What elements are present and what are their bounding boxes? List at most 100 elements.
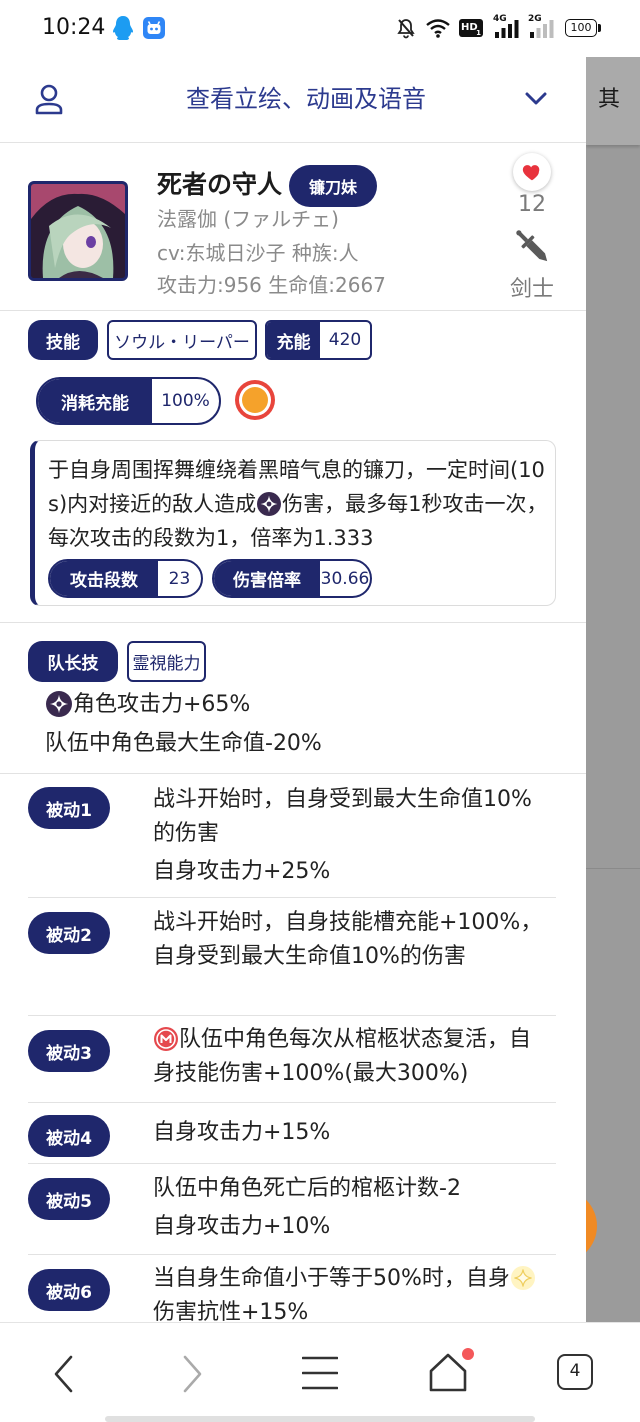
passive-effect: 自身攻击力+25%	[153, 859, 331, 884]
nickname-badge: 镰刀妹	[289, 165, 377, 207]
skill-charge-value: 420	[328, 330, 362, 350]
passive-effect: 自身攻击力+10%	[153, 1214, 331, 1239]
damage-multiplier-label: 伤害倍率	[214, 561, 320, 596]
passive-label: 被动1	[28, 787, 110, 829]
sim2-signal-icon	[530, 20, 554, 38]
hit-count: 攻击段数 23	[48, 559, 203, 598]
passive-label: 被动5	[28, 1178, 110, 1220]
passive-effect-text: 队伍中角色每次从棺柩状态复活，自身技能伤害+100%(最大300%)	[153, 1027, 532, 1086]
dark-element-icon	[257, 492, 282, 516]
skill-consume-charge: 消耗充能 100%	[36, 377, 221, 425]
passive-text: 当自身生命值小于等于50%时，自身 伤害抗性+15%	[153, 1262, 543, 1322]
section-divider	[0, 622, 586, 623]
damage-multiplier: 伤害倍率 30.66	[212, 559, 372, 598]
status-time: 10:24	[42, 15, 106, 40]
leader-effect: 角色攻击力+65%	[45, 687, 250, 723]
character-name: 死者の守人	[157, 170, 283, 199]
media-section-toggle[interactable]: 查看立绘、动画及语音	[100, 83, 512, 115]
character-portrait	[31, 184, 125, 278]
wifi-icon	[426, 19, 450, 38]
leader-effect: 队伍中角色最大生命值-20%	[45, 726, 322, 762]
sim1-signal-icon	[495, 20, 519, 38]
section-divider	[0, 310, 586, 311]
chevron-down-icon[interactable]	[525, 92, 547, 106]
skill-description: 于自身周围挥舞缠绕着黑暗气息的镰刀，一定时间(10s)内对接近的敌人造成 伤害，…	[48, 453, 551, 555]
passive-label: 被动2	[28, 912, 110, 954]
character-avatar	[28, 181, 128, 281]
forward-icon[interactable]	[181, 1354, 205, 1394]
status-bar: 10:24 HD 1 4G 2G 100	[0, 0, 640, 57]
hd-voice-icon: HD 1	[459, 19, 483, 37]
home-icon[interactable]	[427, 1347, 475, 1393]
skill-charge-orb-icon	[235, 380, 275, 420]
passive-divider	[28, 897, 556, 898]
character-cv-race: cv:东城日沙子 种族:人	[157, 241, 359, 265]
character-detail-card: 死者の守人 镰刀妹 法露伽 (ファルチェ) cv:东城日沙子 种族:人 攻击力:…	[0, 143, 586, 1322]
skill-consume-label: 消耗充能	[38, 379, 152, 423]
skill-consume-value: 100%	[161, 391, 210, 411]
app-header: 查看立绘、动画及语音	[0, 57, 586, 143]
skill-stat-pills: 攻击段数 23 伤害倍率 30.66	[48, 559, 551, 598]
passive-text: 战斗开始时，自身受到最大生命值10%的伤害 自身攻击力+25%	[153, 783, 543, 889]
gesture-bar[interactable]	[105, 1416, 535, 1422]
hit-count-value: 23	[168, 568, 191, 589]
hd-slot: 1	[476, 29, 481, 37]
passive-effect: 当自身生命值小于等于50%时，自身 伤害抗性+15%	[153, 1262, 543, 1322]
passive-text: 战斗开始时，自身技能槽充能+100%，自身受到最大生命值10%的伤害	[153, 906, 543, 974]
user-profile-icon[interactable]	[34, 84, 64, 116]
passive-label: 被动4	[28, 1115, 110, 1157]
background-page-panel	[586, 57, 640, 1322]
passive-divider	[28, 1015, 556, 1016]
passive-effect: 战斗开始时，自身受到最大生命值10%的伤害	[153, 787, 532, 846]
like-button[interactable]	[513, 153, 551, 191]
damage-multiplier-value: 30.66	[320, 568, 370, 589]
battery-level: 100	[570, 21, 592, 34]
back-icon[interactable]	[51, 1354, 75, 1394]
passive-effect: 战斗开始时，自身技能槽充能+100%，自身受到最大生命值10%的伤害	[153, 910, 543, 969]
skill-charge-label: 充能	[267, 322, 320, 358]
character-alias: 法露伽 (ファルチェ)	[157, 207, 339, 231]
skill-label: 技能	[28, 320, 98, 360]
menu-icon[interactable]	[302, 1356, 338, 1390]
browser-bottom-nav: 4	[0, 1322, 640, 1422]
passive-text: 队伍中角色死亡后的棺柩计数-2 自身攻击力+10%	[153, 1172, 543, 1244]
tabs-button[interactable]: 4	[557, 1354, 593, 1390]
passive-label: 被动6	[28, 1269, 110, 1311]
passive-effect: 自身攻击力+15%	[153, 1120, 331, 1145]
leader-skill-label: 队长技	[28, 641, 118, 682]
app-notification-icon	[143, 17, 165, 39]
character-stats: 攻击力:956 生命值:2667	[157, 273, 386, 297]
skill-name: ソウル・リーパー	[107, 320, 257, 360]
background-page-tab[interactable]: 其	[598, 86, 620, 114]
hit-count-label: 攻击段数	[50, 561, 158, 596]
sword-class-icon	[516, 230, 548, 262]
passive-effect: 队伍中角色死亡后的棺柩计数-2	[153, 1176, 461, 1201]
passive-label: 被动3	[28, 1030, 110, 1072]
section-divider	[0, 773, 586, 774]
passive-effect-text-before: 当自身生命值小于等于50%时，自身	[153, 1266, 510, 1291]
passive-divider	[28, 1163, 556, 1164]
battery-icon: 100	[565, 19, 597, 37]
mute-bell-icon	[397, 19, 415, 39]
passive-divider	[28, 1102, 556, 1103]
character-class: 剑士	[509, 277, 554, 302]
like-count: 12	[518, 192, 546, 217]
leader-skill-name: 霊視能力	[127, 641, 206, 682]
leader-effect-text: 队伍中角色最大生命值-20%	[45, 731, 322, 756]
qq-notification-icon	[113, 16, 133, 40]
passive-text: 队伍中角色每次从棺柩状态复活，自身技能伤害+100%(最大300%)	[153, 1023, 543, 1091]
tab-count: 4	[569, 1361, 581, 1381]
leader-effect-text: 角色攻击力+65%	[73, 692, 251, 717]
coffin-revive-icon	[154, 1027, 178, 1051]
background-divider	[586, 868, 640, 869]
dark-element-icon	[46, 691, 72, 717]
skill-charge: 充能 420	[265, 320, 372, 360]
passive-text: 自身攻击力+15%	[153, 1116, 543, 1150]
passive-effect-text-after: 伤害抗性+15%	[153, 1300, 309, 1322]
passive-divider	[28, 1254, 556, 1255]
battery-nub	[598, 24, 601, 32]
light-element-icon	[510, 1266, 535, 1290]
passive-effect: 队伍中角色每次从棺柩状态复活，自身技能伤害+100%(最大300%)	[153, 1023, 543, 1091]
skill-description-box: 于自身周围挥舞缠绕着黑暗气息的镰刀，一定时间(10s)内对接近的敌人造成 伤害，…	[30, 440, 556, 606]
heart-icon	[522, 165, 540, 181]
